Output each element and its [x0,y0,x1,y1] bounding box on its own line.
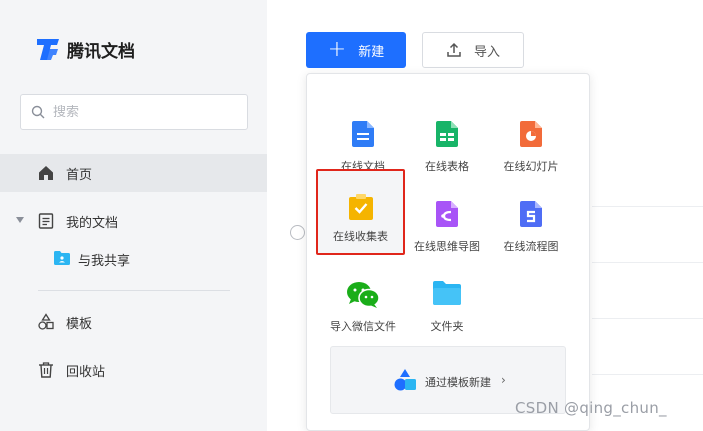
document-icon [38,213,54,229]
menu-item-folder[interactable]: 文件夹 [405,253,489,333]
plus-icon: + [327,37,347,62]
watermark: CSDN @qing_chun_ [515,399,667,417]
new-button-label: 新建 [358,44,385,60]
menu-item-label: 在线流程图 [503,240,559,253]
select-all-checkbox[interactable] [290,225,305,240]
menu-item-mind-map[interactable]: 在线思维导图 [405,173,489,253]
app-name: 腾讯文档 [67,41,135,62]
online-sheet-icon [436,121,458,147]
online-slides-icon [520,121,542,147]
mind-map-icon [436,201,458,227]
online-doc-icon [352,121,374,147]
chevron-right-icon: › [501,373,506,387]
home-icon [39,166,53,180]
sidebar-item-label: 模板 [66,316,93,332]
menu-item-online-slides[interactable]: 在线幻灯片 [489,93,573,173]
sidebar-item-label: 与我共享 [78,254,131,269]
sidebar-divider [38,290,230,291]
folder-icon [433,281,461,305]
import-button[interactable]: 导入 [422,32,524,68]
upload-icon [447,42,461,57]
app-logo[interactable]: 腾讯文档 [34,35,135,63]
import-button-label: 导入 [473,44,500,60]
menu-item-flowchart[interactable]: 在线流程图 [489,173,573,253]
sidebar: 腾讯文档 首页 我的文档 与我共享 [0,0,267,431]
search-box[interactable] [20,94,248,130]
menu-item-import-wechat[interactable]: 导入微信文件 [321,253,405,333]
sidebar-item-label: 回收站 [66,364,106,380]
list-divider [592,262,703,263]
flowchart-icon [520,201,542,227]
trash-icon [39,362,53,378]
sidebar-item-my-documents[interactable]: 我的文档 [0,202,267,240]
menu-item-label: 在线思维导图 [414,240,480,253]
menu-item-online-doc[interactable]: 在线文档 [321,93,405,173]
sidebar-item-trash[interactable]: 回收站 [0,351,267,389]
list-divider [592,374,703,375]
search-input[interactable] [53,104,233,120]
wechat-icon [347,282,380,308]
tencent-docs-logo-icon [37,39,59,60]
menu-item-label: 导入微信文件 [330,320,396,333]
sidebar-item-label: 首页 [66,167,93,183]
menu-item-label: 在线幻灯片 [503,160,559,173]
sidebar-item-templates[interactable]: 模板 [0,303,267,341]
online-form-icon [348,194,373,220]
new-button[interactable]: + 新建 [306,32,406,68]
chevron-down-icon[interactable] [16,217,24,223]
menu-item-label: 文件夹 [430,320,464,333]
sidebar-item-label: 我的文档 [66,215,119,231]
list-divider [592,318,703,319]
menu-item-label: 在线收集表 [333,230,388,243]
menu-item-label: 在线表格 [425,160,469,173]
search-icon [31,105,45,119]
template-shapes-icon [38,313,54,330]
sidebar-item-home[interactable]: 首页 [0,154,267,192]
list-divider [592,206,703,207]
template-shapes-icon [394,369,416,391]
menu-item-online-form[interactable]: 在线收集表 [316,169,405,255]
sidebar-item-shared-with-me[interactable]: 与我共享 [0,241,267,277]
template-banner-label: 通过模板新建 [425,376,491,389]
menu-item-online-sheet[interactable]: 在线表格 [405,93,489,173]
new-dropdown-menu: 在线文档 在线表格 在线幻灯片 在线收集表 在线思维导图 在线流程图 导入微信文… [306,73,590,431]
shared-folder-icon [54,251,70,265]
